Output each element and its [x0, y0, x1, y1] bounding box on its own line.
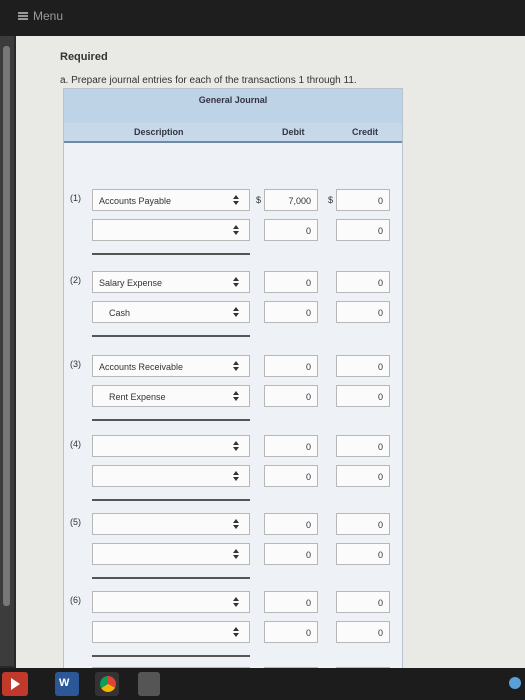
- column-credit: Credit: [352, 127, 379, 137]
- hamburger-icon: [18, 12, 28, 20]
- debit-input[interactable]: 7,000: [264, 189, 318, 211]
- select-arrows-icon: [233, 549, 239, 559]
- scrollbar-thumb[interactable]: [3, 46, 10, 606]
- debit-input[interactable]: 0: [264, 543, 318, 565]
- debit-input[interactable]: 0: [264, 355, 318, 377]
- debit-input[interactable]: 0: [264, 219, 318, 241]
- select-arrows-icon: [233, 277, 239, 287]
- credit-input[interactable]: 0: [336, 355, 390, 377]
- transaction-number: (4): [70, 439, 81, 449]
- start-icon[interactable]: [2, 672, 28, 696]
- debit-input[interactable]: 0: [264, 513, 318, 535]
- select-arrows-icon: [233, 307, 239, 317]
- credit-input[interactable]: 0: [336, 271, 390, 293]
- debit-input[interactable]: 0: [264, 435, 318, 457]
- credit-input[interactable]: 0: [336, 435, 390, 457]
- credit-input[interactable]: 0: [336, 189, 390, 211]
- column-description: Description: [134, 127, 184, 137]
- credit-input[interactable]: 0: [336, 543, 390, 565]
- debit-input[interactable]: 0: [264, 385, 318, 407]
- chrome-icon[interactable]: [95, 672, 119, 696]
- debit-input[interactable]: 0: [264, 301, 318, 323]
- credit-input[interactable]: 0: [336, 385, 390, 407]
- select-arrows-icon: [233, 391, 239, 401]
- journal-header: General Journal: [64, 89, 402, 124]
- menu-button[interactable]: Menu: [18, 9, 63, 23]
- select-arrows-icon: [233, 361, 239, 371]
- menu-label: Menu: [33, 9, 64, 23]
- content-page: Required a. Prepare journal entries for …: [16, 36, 525, 668]
- account-name: Cash: [109, 308, 131, 318]
- account-select[interactable]: [92, 621, 250, 643]
- transaction-number: (6): [70, 595, 81, 605]
- app-icon[interactable]: [138, 672, 160, 696]
- word-label: W: [59, 677, 70, 689]
- entry-separator: [92, 655, 250, 657]
- select-arrows-icon: [233, 627, 239, 637]
- account-select[interactable]: [92, 591, 250, 613]
- account-select[interactable]: [92, 465, 250, 487]
- credit-input[interactable]: 0: [336, 219, 390, 241]
- entry-separator: [92, 499, 250, 501]
- credit-input[interactable]: 0: [336, 465, 390, 487]
- entry-separator: [92, 577, 250, 579]
- account-name: Accounts Receivable: [99, 362, 184, 372]
- credit-input[interactable]: 0: [336, 301, 390, 323]
- column-headers: Description Debit Credit: [64, 123, 402, 143]
- credit-input[interactable]: 0: [336, 621, 390, 643]
- account-select[interactable]: Accounts Receivable: [92, 355, 250, 377]
- account-select[interactable]: Rent Expense: [92, 385, 250, 407]
- transaction-number: (5): [70, 517, 81, 527]
- instruction-text: a. Prepare journal entries for each of t…: [60, 75, 357, 86]
- transaction-number: (1): [70, 193, 81, 203]
- account-select[interactable]: [92, 543, 250, 565]
- account-select[interactable]: Accounts Payable: [92, 189, 250, 211]
- top-bar: Menu: [0, 0, 525, 36]
- account-select[interactable]: [92, 219, 250, 241]
- transaction-number: (3): [70, 359, 81, 369]
- credit-input[interactable]: 0: [336, 591, 390, 613]
- tray-icon[interactable]: [509, 677, 521, 689]
- account-name: Accounts Payable: [99, 196, 172, 206]
- account-select[interactable]: Cash: [92, 301, 250, 323]
- general-journal-table: General Journal Description Debit Credit…: [63, 88, 403, 668]
- account-select[interactable]: [92, 435, 250, 457]
- select-arrows-icon: [233, 225, 239, 235]
- credit-currency-symbol: $: [328, 195, 334, 205]
- column-debit: Debit: [282, 127, 305, 137]
- taskbar: W: [0, 668, 525, 700]
- debit-input[interactable]: 0: [264, 271, 318, 293]
- select-arrows-icon: [233, 471, 239, 481]
- select-arrows-icon: [233, 597, 239, 607]
- select-arrows-icon: [233, 195, 239, 205]
- credit-input[interactable]: 0: [336, 513, 390, 535]
- entry-separator: [92, 253, 250, 255]
- journal-title: General Journal: [198, 95, 268, 105]
- required-heading: Required: [60, 51, 108, 63]
- account-select[interactable]: Salary Expense: [92, 271, 250, 293]
- entry-separator: [92, 419, 250, 421]
- debit-input[interactable]: 0: [264, 621, 318, 643]
- debit-input[interactable]: 0: [264, 591, 318, 613]
- select-arrows-icon: [233, 441, 239, 451]
- word-app-icon[interactable]: W: [55, 672, 79, 696]
- debit-input[interactable]: 0: [264, 465, 318, 487]
- entry-separator: [92, 335, 250, 337]
- account-name: Salary Expense: [99, 278, 163, 288]
- left-scrollbar[interactable]: [0, 36, 14, 666]
- account-name: Rent Expense: [109, 392, 166, 402]
- debit-currency-symbol: $: [256, 195, 262, 205]
- transaction-number: (2): [70, 275, 81, 285]
- select-arrows-icon: [233, 519, 239, 529]
- account-select[interactable]: [92, 513, 250, 535]
